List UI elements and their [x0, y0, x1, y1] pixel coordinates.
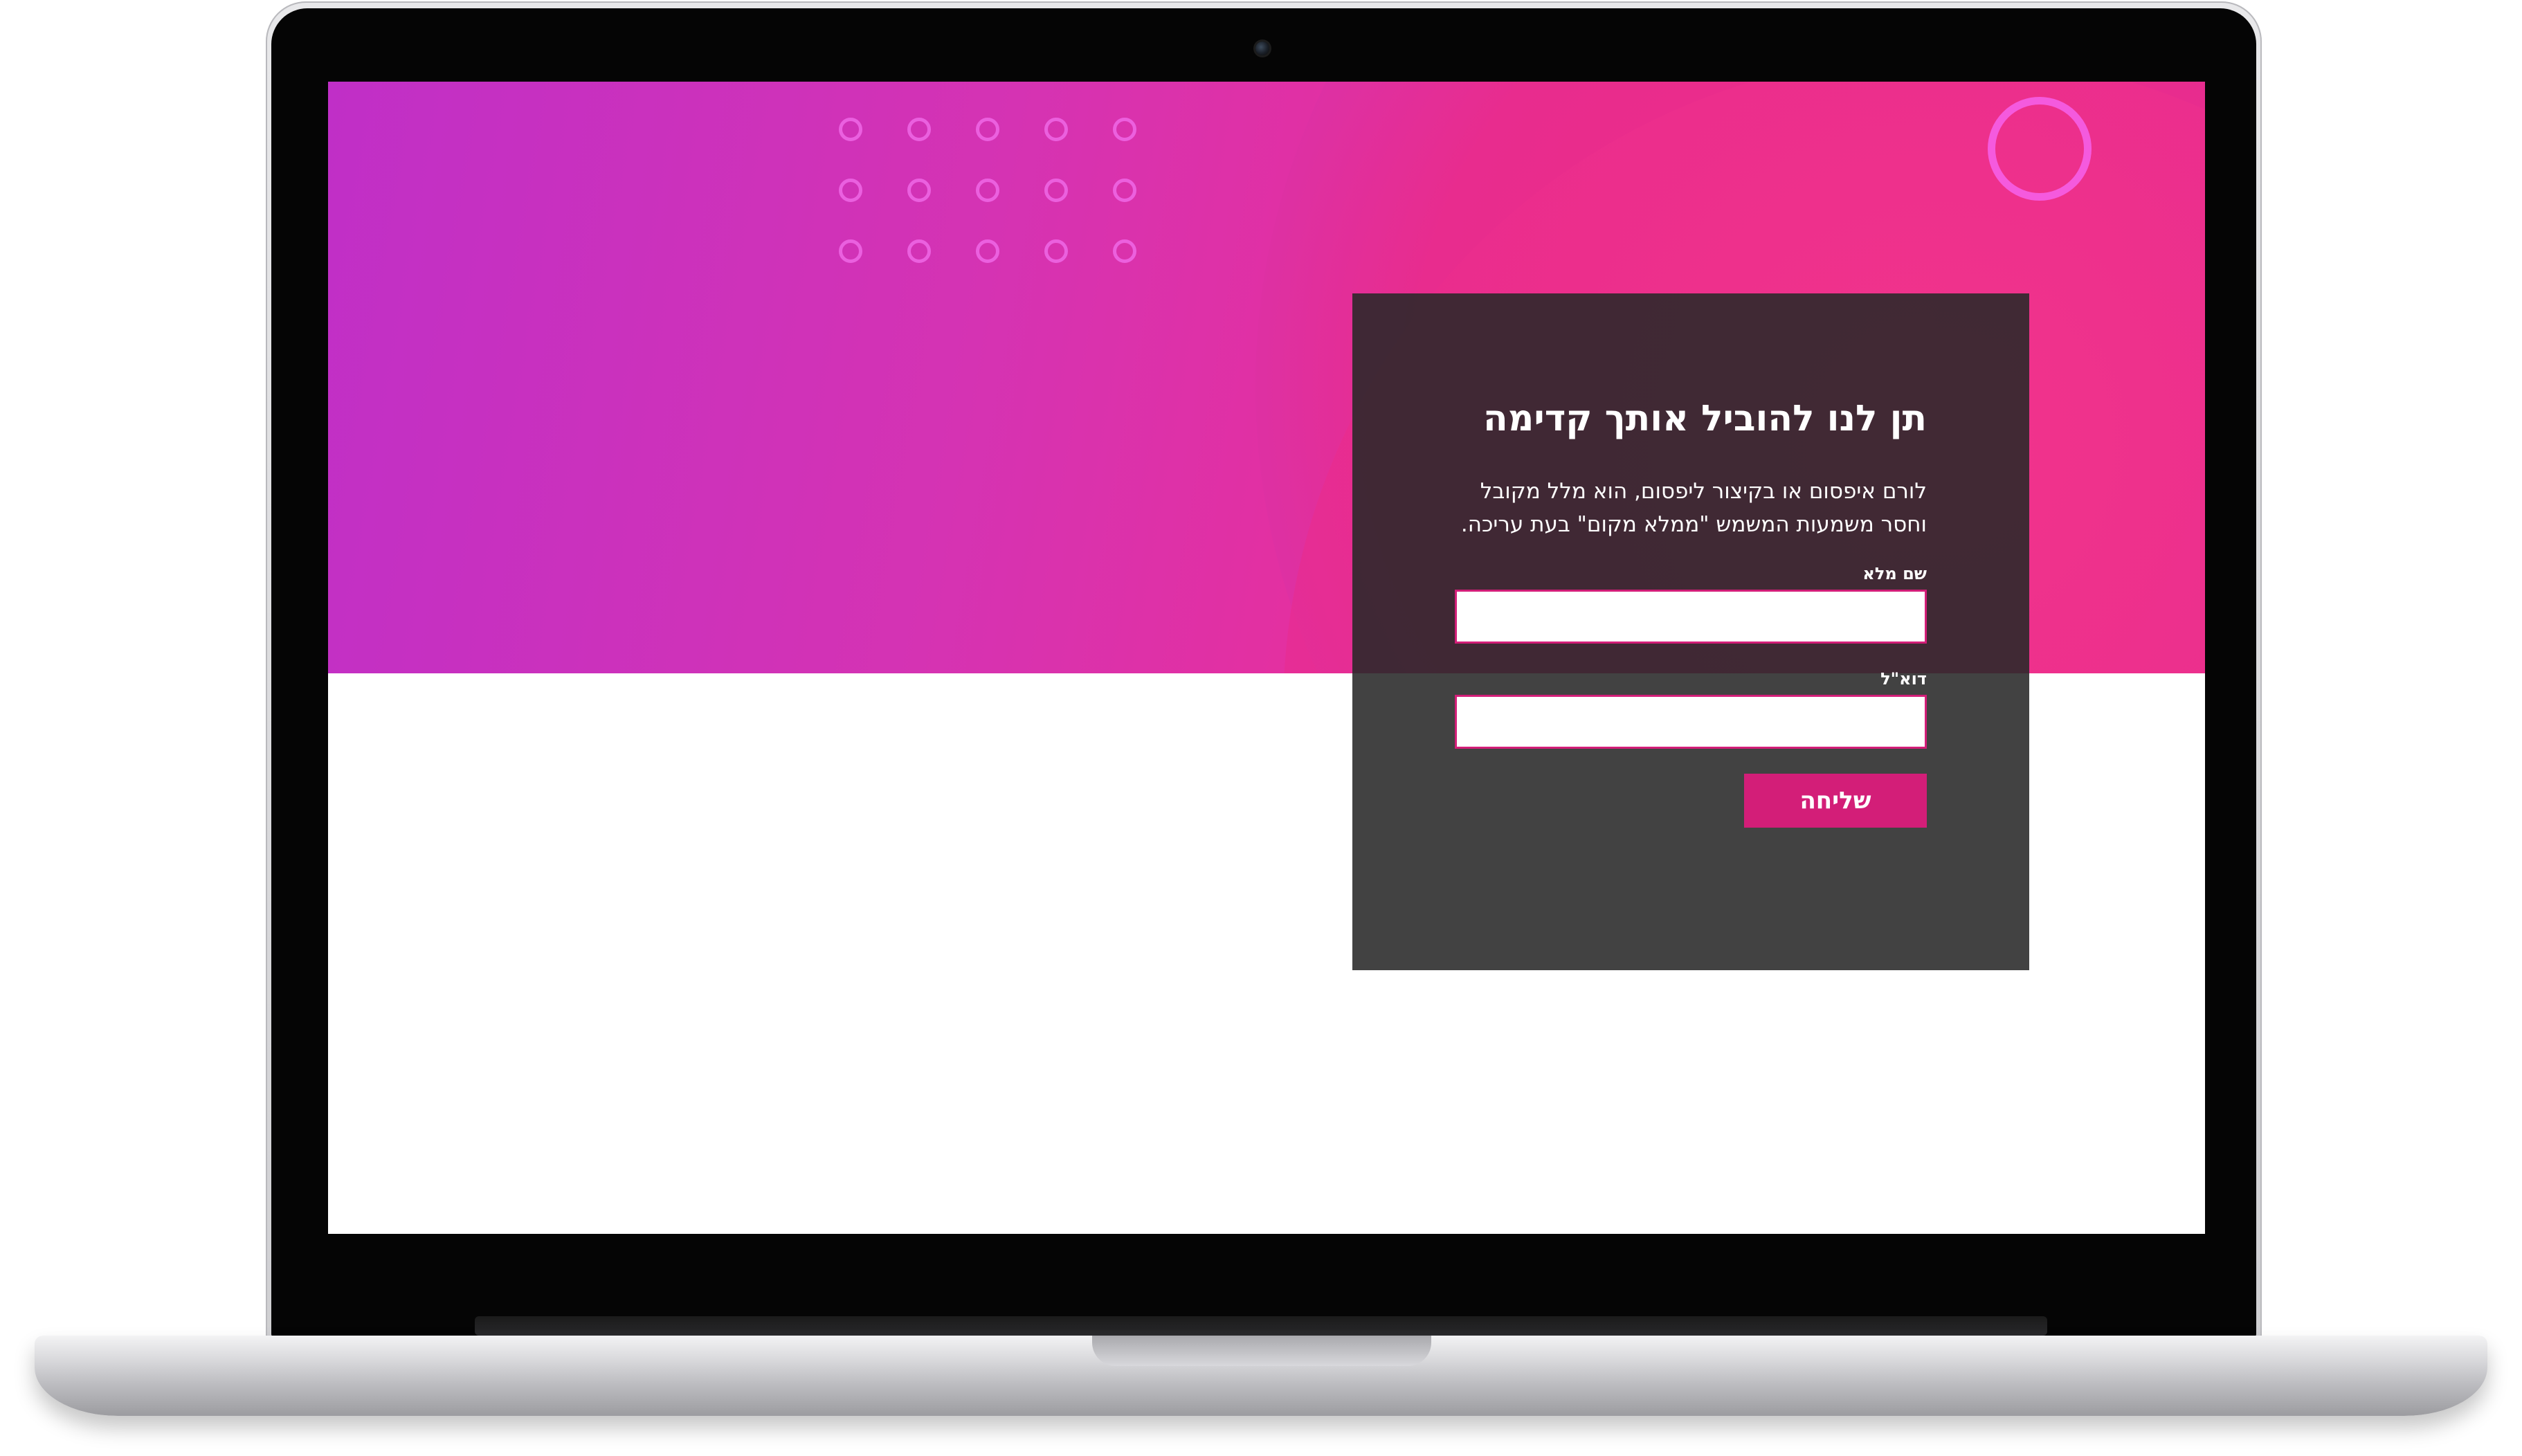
- camera-icon: [1255, 42, 1269, 55]
- bezel-bottom: [475, 1316, 2047, 1336]
- dot-decoration: [907, 179, 931, 202]
- laptop-notch: [1092, 1336, 1431, 1366]
- dot-decoration: [907, 239, 931, 263]
- dot-decoration: [839, 118, 862, 141]
- dot-grid-decoration: [839, 118, 1143, 277]
- form-description-line-1: לורם איפסום או בקיצור ליפסום, הוא מלל מק…: [1480, 479, 1927, 504]
- dot-decoration: [1113, 239, 1136, 263]
- dot-decoration: [976, 239, 999, 263]
- dot-decoration: [839, 239, 862, 263]
- name-field[interactable]: [1455, 590, 1927, 644]
- dot-decoration: [1044, 118, 1068, 141]
- dot-decoration: [976, 179, 999, 202]
- lead-form: תן לנו להוביל אותך קדימה לורם איפסום או …: [1352, 293, 2029, 970]
- submit-button[interactable]: שליחה: [1744, 774, 1927, 828]
- form-description: לורם איפסום או בקיצור ליפסום, הוא מלל מק…: [1455, 475, 1927, 541]
- dot-decoration: [976, 118, 999, 141]
- dot-decoration: [1113, 118, 1136, 141]
- form-description-line-2: וחסר משמעות המשמש "ממלא מקום" בעת עריכה.: [1460, 512, 1927, 537]
- form-title: תן לנו להוביל אותך קדימה: [1483, 398, 1927, 439]
- webpage-screen: תן לנו להוביל אותך קדימה לורם איפסום או …: [328, 82, 2205, 1234]
- laptop-mockup: תן לנו להוביל אותך קדימה לורם איפסום או …: [0, 0, 2522, 1456]
- dot-decoration: [1113, 179, 1136, 202]
- dot-decoration: [839, 179, 862, 202]
- name-field-label: שם מלא: [1862, 564, 1927, 583]
- email-field-label: דוא"ל: [1880, 669, 1927, 689]
- dot-decoration: [1044, 239, 1068, 263]
- dot-decoration: [1044, 179, 1068, 202]
- ring-decoration: [1988, 97, 2092, 201]
- email-field[interactable]: [1455, 695, 1927, 749]
- dot-decoration: [907, 118, 931, 141]
